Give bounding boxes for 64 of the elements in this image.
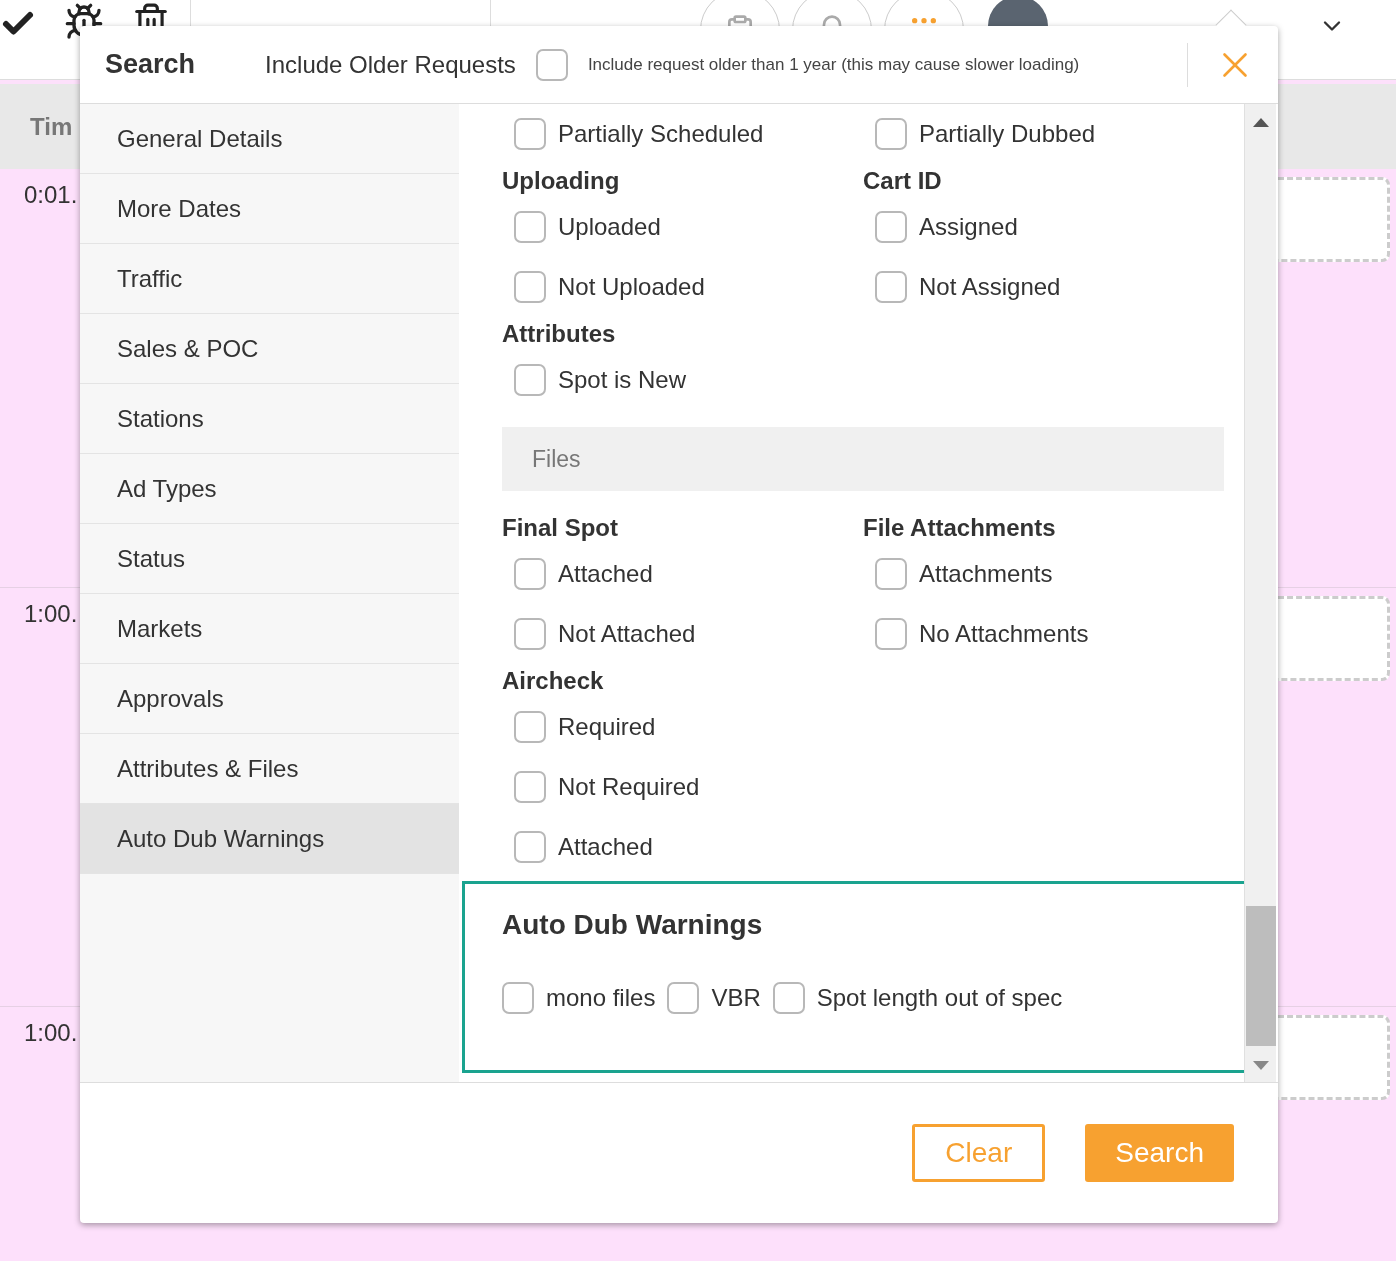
checkbox[interactable] <box>514 364 546 396</box>
option-label: Not Assigned <box>919 272 1061 302</box>
checkbox[interactable] <box>514 618 546 650</box>
sidebar-item[interactable]: More Dates <box>80 174 459 244</box>
option-label: Attachments <box>919 559 1053 589</box>
checkbox[interactable] <box>502 982 534 1014</box>
time-cell-text: 1:00. <box>23 1018 78 1048</box>
option-label: mono files <box>546 983 656 1013</box>
checkbox[interactable] <box>514 211 546 243</box>
option-label: VBR <box>711 983 761 1013</box>
checkbox[interactable] <box>514 771 546 803</box>
scroll-thumb[interactable] <box>1246 906 1276 1046</box>
group-heading: Aircheck <box>502 666 605 696</box>
sidebar-item[interactable]: Status <box>80 524 459 594</box>
option-label: Spot length out of spec <box>816 983 1063 1013</box>
group-heading: File Attachments <box>863 513 1057 543</box>
checkbox[interactable] <box>875 271 907 303</box>
dialog-title: Search <box>105 48 196 82</box>
sidebar-item[interactable]: Ad Types <box>80 454 459 524</box>
scroll-down-icon[interactable] <box>1253 1061 1269 1070</box>
option-label: Required <box>558 712 656 742</box>
sidebar-item[interactable]: Auto Dub Warnings <box>80 804 459 874</box>
column-header: Tim <box>30 111 73 142</box>
checkbox[interactable] <box>772 982 805 1014</box>
checkbox[interactable] <box>514 118 546 150</box>
sidebar-item[interactable]: Approvals <box>80 664 459 734</box>
older-requests-hint: Include request older than 1 year (this may cause slower loading) <box>587 53 1080 76</box>
option-label: Not Required <box>558 772 700 802</box>
time-cell-text: 1:00. <box>23 599 78 629</box>
sidebar-item[interactable]: Markets <box>80 594 459 664</box>
older-requests-label: Include Older Requests <box>265 49 516 80</box>
time-cell-text: 0:01. <box>23 180 78 210</box>
group-heading: Cart ID <box>863 166 943 196</box>
checkbox[interactable] <box>535 48 568 81</box>
option-label: Assigned <box>919 212 1018 242</box>
sidebar-item[interactable]: Stations <box>80 384 459 454</box>
option-label: Attached <box>558 559 653 589</box>
group-heading: Attributes <box>502 319 617 349</box>
sidebar-item[interactable]: Sales & POC <box>80 314 459 384</box>
group-heading: Final Spot <box>502 513 619 543</box>
option-label: Partially Dubbed <box>919 119 1096 149</box>
option-label: Partially Scheduled <box>558 119 764 149</box>
scroll-up-icon[interactable] <box>1253 118 1269 127</box>
option-label: Spot is New <box>558 365 687 395</box>
warnings-heading: Auto Dub Warnings <box>502 908 764 942</box>
sidebar-item[interactable]: General Details <box>80 104 459 174</box>
option-label: Not Attached <box>558 619 696 649</box>
checkbox[interactable] <box>514 558 546 590</box>
checkbox[interactable] <box>875 618 907 650</box>
option-label: No Attachments <box>919 619 1089 649</box>
checkbox[interactable] <box>514 271 546 303</box>
group-heading: Uploading <box>502 166 621 196</box>
sidebar-item[interactable]: Traffic <box>80 244 459 314</box>
checkbox[interactable] <box>875 211 907 243</box>
checkbox[interactable] <box>875 118 907 150</box>
option-label: Not Uploaded <box>558 272 705 302</box>
checkbox[interactable] <box>514 831 546 863</box>
files-banner: Files <box>502 427 1224 491</box>
scrollbar[interactable] <box>1244 104 1276 1082</box>
checkbox[interactable] <box>514 711 546 743</box>
option-label: Uploaded <box>558 212 661 242</box>
checkbox[interactable] <box>875 558 907 590</box>
checkbox[interactable] <box>667 982 700 1014</box>
option-label: Attached <box>558 832 653 862</box>
